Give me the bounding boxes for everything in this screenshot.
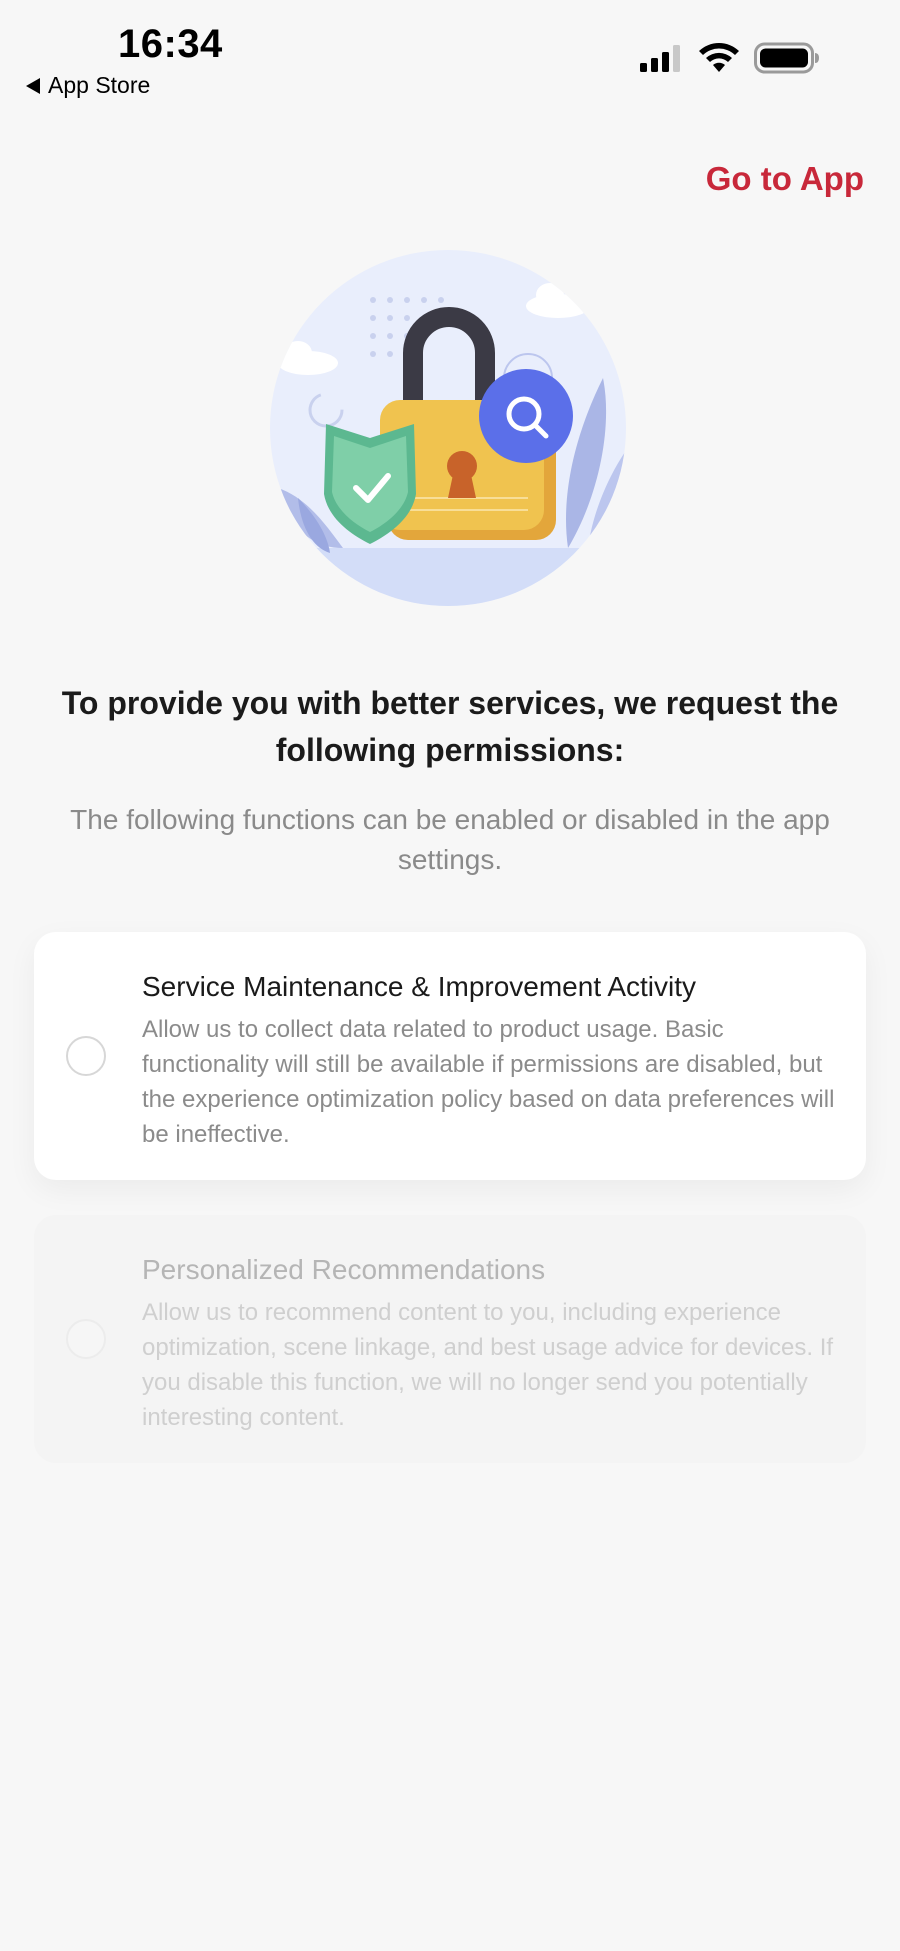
back-to-app-store-link[interactable]: App Store [26,72,150,99]
keyhole-icon [447,451,477,498]
battery-icon [754,42,819,74]
page-headline: To provide you with better services, we … [61,685,839,768]
status-time: 16:34 [118,22,223,66]
back-label: App Store [48,72,151,98]
permission-radio-button[interactable] [66,1319,106,1359]
permission-title: Service Maintenance & Improvement Activi… [142,971,697,1002]
page-subtext: The following functions can be enabled o… [70,804,830,875]
back-triangle-icon [26,77,40,94]
permission-description: Allow us to recommend content to you, in… [142,1299,834,1431]
status-icons [638,42,820,74]
go-to-app-button[interactable]: Go to App [706,160,864,198]
permission-title: Personalized Recommendations [142,1254,546,1285]
permission-card-service-maintenance[interactable]: Service Maintenance & Improvement Activi… [34,932,866,1180]
privacy-lock-illustration [270,250,626,606]
permission-radio-button[interactable] [66,1036,106,1076]
permission-description: Allow us to collect data related to prod… [142,1016,835,1148]
cellular-signal-icon [640,45,680,72]
permission-card-personalized-recommendations[interactable]: Personalized Recommendations Allow us to… [34,1215,866,1463]
wifi-icon [699,43,739,72]
